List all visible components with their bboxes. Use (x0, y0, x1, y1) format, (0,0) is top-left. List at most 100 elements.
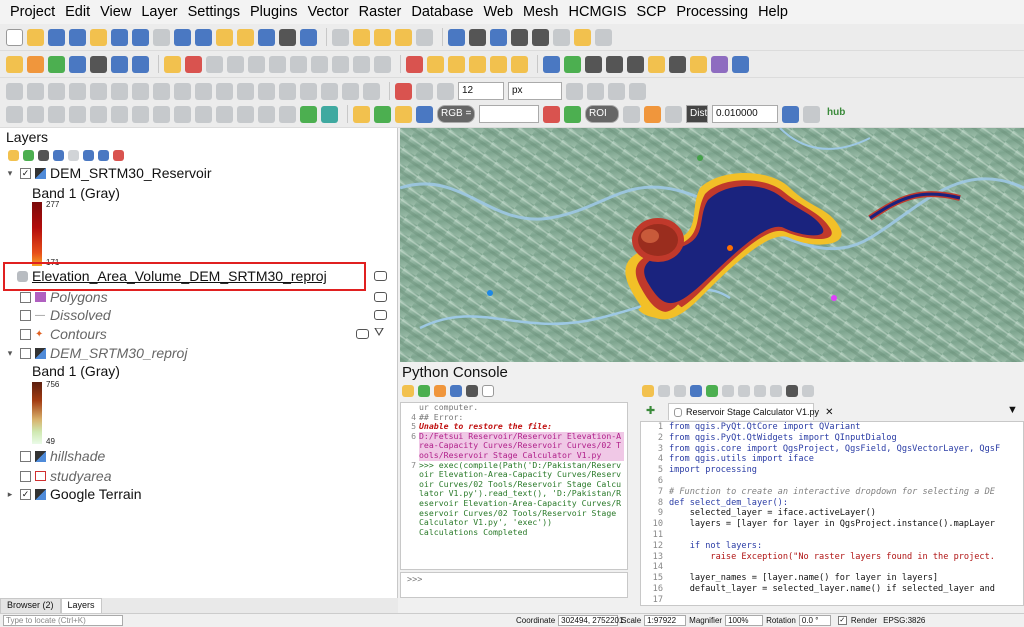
comment-icon[interactable] (786, 385, 798, 397)
add-group-icon[interactable] (23, 149, 34, 161)
plugin-icon-3[interactable] (585, 55, 602, 73)
snapping-type-icon[interactable] (437, 82, 454, 100)
menu-item-project[interactable]: Project (6, 4, 59, 20)
new-map-view-icon[interactable] (216, 28, 233, 46)
temporal-controller-icon[interactable] (279, 28, 296, 46)
data-source-manager-icon[interactable] (6, 55, 23, 73)
field-calculator-icon[interactable] (532, 28, 549, 46)
expand-all-icon[interactable] (83, 149, 94, 161)
menu-item-layer[interactable]: Layer (137, 4, 181, 20)
menu-item-edit[interactable]: Edit (61, 4, 94, 20)
label-icon[interactable] (406, 55, 423, 73)
save-as-icon[interactable] (690, 385, 702, 397)
shape-tool-14-icon[interactable] (279, 105, 296, 123)
scp-globe-icon[interactable] (782, 105, 799, 123)
hub-label[interactable]: hub (824, 105, 846, 123)
coordinate-input[interactable]: 302494, 2752201 (558, 615, 623, 626)
zoom-in-icon[interactable] (48, 28, 65, 46)
copy-icon[interactable] (738, 385, 750, 397)
scp-redo-icon[interactable] (665, 105, 682, 123)
redo-icon[interactable] (374, 55, 391, 73)
run-command-icon[interactable] (418, 385, 430, 397)
shape-tool-5-icon[interactable] (90, 105, 107, 123)
digitize-tool-8-icon[interactable] (153, 82, 170, 100)
digitize-tool-3-icon[interactable] (48, 82, 65, 100)
menu-item-mesh[interactable]: Mesh (519, 4, 562, 20)
close-tab-icon[interactable]: ✕ (825, 407, 833, 418)
digitize-tool-4-icon[interactable] (69, 82, 86, 100)
layer-item-google-terrain[interactable]: ▸ ✓ Google Terrain (0, 484, 398, 504)
zoom-next-icon[interactable] (195, 28, 212, 46)
map-canvas[interactable] (400, 128, 1024, 362)
map-tips-icon[interactable] (574, 28, 591, 46)
show-editor-icon[interactable] (434, 385, 446, 397)
open-script-icon[interactable] (642, 385, 654, 397)
select-by-value-icon[interactable] (374, 28, 391, 46)
layer-indicator-icon[interactable] (374, 292, 387, 302)
scale-input[interactable]: 1:97922 (644, 615, 687, 626)
new-layer-icon[interactable] (27, 55, 44, 73)
open-attribute-table-icon[interactable] (469, 28, 486, 46)
copy-icon[interactable] (311, 55, 328, 73)
shape-tool-3-icon[interactable] (48, 105, 65, 123)
paste-icon[interactable] (332, 55, 349, 73)
zoom-layer-icon[interactable] (132, 28, 149, 46)
layer-indicator-icon[interactable] (356, 329, 369, 339)
undo-icon[interactable] (353, 55, 370, 73)
delete-selected-icon[interactable] (269, 55, 286, 73)
add-mesh-icon[interactable] (111, 55, 128, 73)
menu-item-plugins[interactable]: Plugins (246, 4, 302, 20)
crs-label[interactable]: EPSG:3826 (883, 616, 925, 625)
plugin-icon-2[interactable] (564, 55, 581, 73)
chevron-down-icon[interactable]: ▸ (4, 489, 16, 500)
save-edits-icon[interactable] (206, 55, 223, 73)
locator-search-input[interactable]: Type to locate (Ctrl+K) (3, 615, 123, 626)
layer-item-contours[interactable]: ✦ Contours (0, 324, 398, 344)
snapping-mode-icon[interactable] (416, 82, 433, 100)
layer-checkbox[interactable] (20, 291, 31, 303)
dock-icon[interactable] (482, 385, 494, 397)
render-checkbox[interactable]: ✓ (837, 616, 847, 625)
cut-icon[interactable] (290, 55, 307, 73)
filter-expression-icon[interactable] (68, 149, 79, 161)
measure-icon[interactable] (553, 28, 570, 46)
annotation-icon[interactable] (595, 28, 612, 46)
python-icon[interactable] (648, 55, 665, 73)
avoid-overlap-icon[interactable] (587, 82, 604, 100)
pan-to-selection-icon[interactable] (27, 28, 44, 46)
digitize-tool-1-icon[interactable] (6, 82, 23, 100)
scp-plus-icon[interactable] (644, 105, 661, 123)
layer-item-studyarea[interactable]: studyarea (0, 466, 398, 486)
plugin-icon-5[interactable] (627, 55, 644, 73)
shape-tool-7-icon[interactable] (132, 105, 149, 123)
remove-layer-icon[interactable] (113, 149, 124, 161)
add-raster-icon[interactable] (90, 55, 107, 73)
open-external-icon[interactable] (658, 385, 670, 397)
show-bookmarks-icon[interactable] (258, 28, 275, 46)
layer-checkbox[interactable]: ✓ (20, 488, 31, 500)
filter-legend-icon[interactable] (53, 149, 64, 161)
menu-item-processing[interactable]: Processing (672, 4, 752, 20)
run-script-icon[interactable] (706, 385, 718, 397)
plugin-icon-6[interactable] (669, 55, 686, 73)
snap-unit-select[interactable]: px (508, 82, 562, 100)
digitize-tool-2-icon[interactable] (27, 82, 44, 100)
trace-icon[interactable] (629, 82, 646, 100)
layer-indicator-icon[interactable] (374, 271, 387, 281)
label-show-icon[interactable] (448, 55, 465, 73)
layer-item-dissolved[interactable]: — Dissolved (0, 305, 398, 325)
snapping-magnet-icon[interactable] (395, 82, 412, 100)
clear-console-icon[interactable] (402, 385, 414, 397)
select-features-icon[interactable] (353, 28, 370, 46)
scp-export-icon[interactable] (803, 105, 820, 123)
tab-list-icon[interactable]: ▼ (1007, 404, 1018, 416)
add-feature-icon[interactable] (227, 55, 244, 73)
add-tab-icon[interactable]: ✚ (646, 404, 655, 417)
digitize-tool-13-icon[interactable] (258, 82, 275, 100)
layer-checkbox[interactable] (20, 328, 31, 340)
refresh-icon[interactable] (300, 28, 317, 46)
layer-checkbox[interactable]: ✓ (20, 167, 31, 179)
label-change-icon[interactable] (511, 55, 528, 73)
menu-item-raster[interactable]: Raster (355, 4, 406, 20)
digitize-tool-17-icon[interactable] (342, 82, 359, 100)
